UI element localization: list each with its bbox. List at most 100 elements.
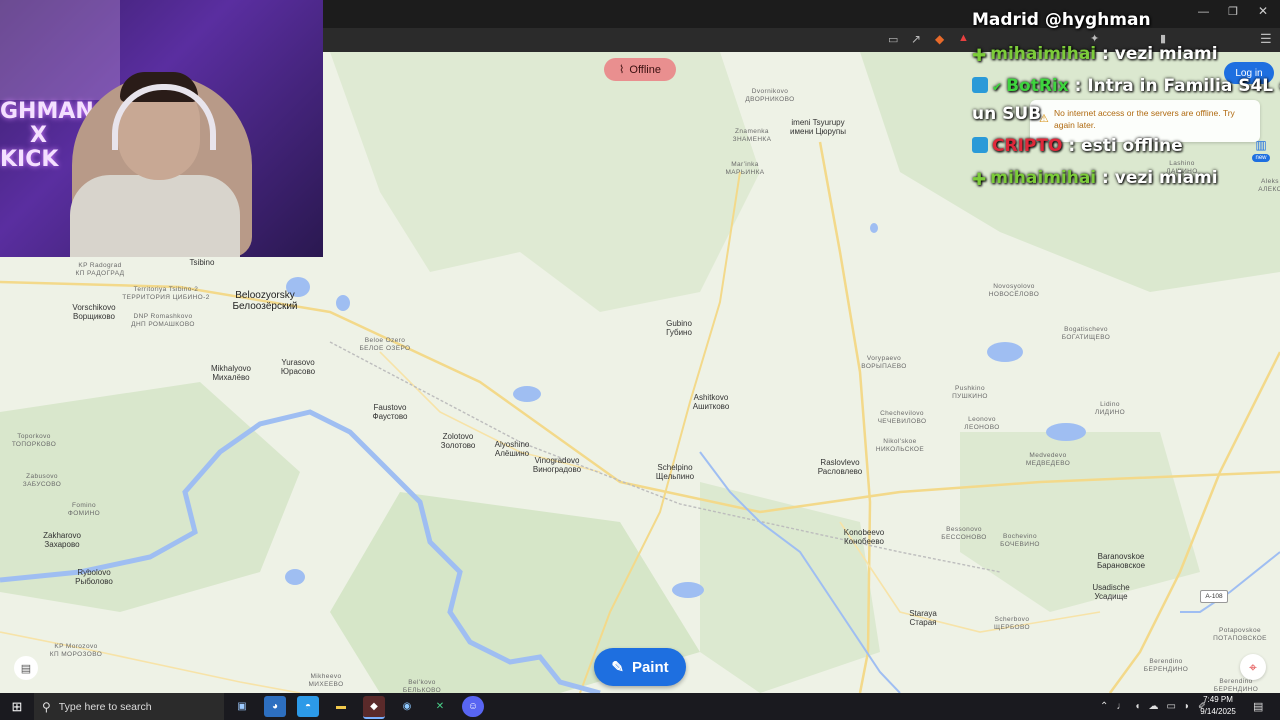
wifi-off-icon: ⌇ [619, 64, 625, 76]
place-name-cyrillic: ВОРЫПАЕВО [861, 362, 907, 370]
brave-app-icon[interactable]: ◆ [363, 696, 385, 719]
place-label: Znamenka ЗНАМЕНКА [733, 128, 772, 143]
place-label: Yurasovo Юрасово [281, 358, 315, 376]
place-name-latin: Schelpino [657, 463, 693, 472]
place-name-cyrillic: Захарово [44, 540, 80, 549]
place-label: Schelpino Щельпино [656, 463, 694, 481]
place-label: Mar'inka МАРЬИНКА [725, 161, 764, 176]
share-icon[interactable]: ↗ [911, 32, 921, 46]
place-label: Konobeevo Конобеево [844, 528, 884, 546]
place-label: Mikhalyovo Михалёво [211, 364, 251, 382]
place-name-latin: Baranovskoe [1097, 552, 1145, 561]
place-label: DNP Romashkovo ДНП РОМАШКОВО [131, 313, 195, 328]
network-icon[interactable]: ▭ [1166, 701, 1175, 712]
restore-icon[interactable]: ❐ [1228, 5, 1238, 18]
place-name-cyrillic: Ворщиково [73, 312, 115, 321]
place-name-latin: Lashino [1169, 160, 1195, 167]
place-label: Territoriya Tsibino-2 ТЕРРИТОРИЯ ЦИБИНО-2 [122, 286, 209, 301]
place-name-latin: Vinogradovo [534, 456, 580, 465]
volume-icon[interactable]: ◗ [1184, 701, 1190, 712]
place-label: Bochevino БОЧЕВИНО [1000, 533, 1040, 548]
paint-button[interactable]: ✎ Paint [594, 648, 686, 686]
place-name-latin: Leonovo [968, 416, 996, 423]
place-name-latin: Yurasovo [281, 358, 315, 367]
terminal-app-icon[interactable]: ✕ [429, 696, 451, 717]
place-label: Rybolovo Рыболово [75, 568, 113, 586]
layers-button[interactable]: ▤ [14, 656, 38, 680]
place-name-latin: Znamenka [735, 128, 769, 135]
rewards-icon[interactable]: ▲ [958, 32, 969, 44]
place-label: Pushkino ПУШКИНО [952, 385, 988, 400]
place-name-latin: Zabusovo [26, 473, 58, 480]
place-name-cyrillic: МАРЬИНКА [725, 168, 765, 176]
notification-icon[interactable]: ▤ [1253, 700, 1263, 713]
place-name-latin: Nikol'skoe [883, 438, 917, 445]
place-name-cyrillic: Виноградово [532, 465, 582, 474]
sparkle-badge-icon: ✚ [972, 46, 987, 66]
discord-app-icon[interactable]: ☺ [462, 696, 484, 717]
chat-username: CRIPTO [992, 136, 1063, 156]
place-name-latin: Zolotovo [442, 432, 474, 441]
place-name-cyrillic: МЕДВЕДЕВО [1025, 459, 1071, 467]
menu-icon[interactable]: ☰ [1260, 31, 1272, 47]
place-name-latin: Bessonovo [946, 526, 982, 533]
neon-line-2: X [30, 123, 47, 148]
place-name-cyrillic: КП РАДОГРАД [75, 269, 125, 277]
locate-button[interactable]: ⌖ [1240, 654, 1266, 680]
place-name-cyrillic: ЛИДИНО [1094, 408, 1126, 416]
webcam-overlay: GHMAN X KICK [0, 0, 323, 257]
speaker-icon[interactable]: ◖ [1134, 701, 1140, 712]
place-label: KP Morozovo КП МОРОЗОВО [50, 643, 102, 658]
toast-message: No internet access or the servers are of… [1054, 108, 1235, 130]
place-label: Potapovskoe ПОТАПОВСКОЕ [1213, 627, 1267, 642]
task-view-icon[interactable]: ▣ [231, 696, 253, 717]
place-name-latin: DNP Romashkovo [133, 313, 193, 320]
place-name-latin: Usadische [1092, 583, 1130, 592]
minimize-icon[interactable]: — [1198, 6, 1209, 18]
file-explorer-icon[interactable]: ▬ [330, 696, 352, 717]
taskbar-clock[interactable]: 7:49 PM 9/14/2025 [1194, 694, 1242, 718]
chevron-up-icon[interactable]: ⌃ [1100, 701, 1108, 712]
leaderboard-button[interactable]: ▥ new [1252, 138, 1270, 164]
close-icon[interactable]: ✕ [1258, 4, 1268, 18]
place-name-latin: Staraya [909, 609, 937, 618]
bot-badge-icon [972, 77, 988, 93]
place-name-latin: Toporkovo [17, 433, 51, 440]
brave-shield-icon[interactable]: ◆ [935, 32, 944, 46]
paint-label: Paint [631, 658, 669, 676]
place-name-cyrillic: АЛЕКС [1258, 185, 1280, 193]
place-name-latin: Chechevilovo [880, 410, 924, 417]
cloud-icon[interactable]: ☁ [1148, 701, 1158, 712]
taskbar-search[interactable]: ⚲ Type here to search [34, 693, 224, 720]
layers-icon: ▤ [20, 662, 32, 675]
place-label: Toporkovo ТОПОРКОВО [12, 433, 56, 448]
chat-header: Madrid @hyghman [972, 10, 1151, 30]
edge-app-icon[interactable]: ◓ [297, 696, 319, 717]
offline-status-badge: ⌇ Offline [604, 58, 676, 81]
sword-badge-icon [972, 137, 988, 153]
brush-icon: ✎ [611, 659, 624, 676]
mic-icon[interactable]: ♩ [1116, 701, 1126, 712]
chat-message: CRIPTO : esti offline [972, 136, 1183, 156]
place-label: Usadische Усадище [1092, 583, 1129, 601]
place-label: Beloe Ozero БЕЛОЕ ОЗЕРО [359, 337, 410, 352]
place-label: Staraya Старая [909, 609, 937, 627]
place-label: Gubino Губино [666, 319, 692, 337]
place-label: Vinogradovo Виноградово [533, 456, 581, 474]
chat-message: ✔ BotRix : Intra in Familia S4L cu [972, 76, 1280, 96]
start-button[interactable]: ⊞ [0, 693, 34, 720]
place-name-cyrillic: Расловлево [817, 467, 863, 476]
place-name-cyrillic: Губино [666, 328, 692, 337]
place-label: Lidino ЛИДИНО [1095, 401, 1125, 416]
new-badge: new [1252, 154, 1270, 162]
place-name-cyrillic: Золотово [440, 441, 476, 450]
screen-icon[interactable]: ▭ [888, 33, 898, 46]
steam-app-icon[interactable]: ◉ [396, 696, 418, 717]
copilot-app-icon[interactable]: ◕ [264, 696, 286, 717]
place-name-latin: Zakharovo [43, 531, 81, 540]
place-label: Tsibino [190, 258, 215, 267]
place-name-cyrillic: ДНП РОМАШКОВО [131, 320, 195, 328]
place-name-cyrillic: КП МОРОЗОВО [49, 650, 103, 658]
neon-line-3: KICK [0, 147, 59, 172]
place-label: Aleks АЛЕКС [1258, 178, 1280, 193]
